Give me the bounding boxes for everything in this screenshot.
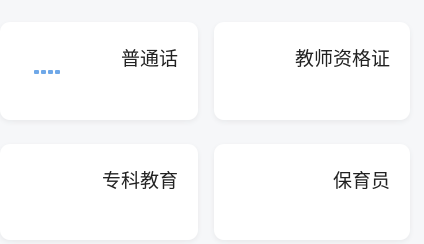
course-card-title: 保育员 <box>332 170 390 192</box>
course-card-childcare-worker[interactable]: 保育员 <box>214 144 410 240</box>
course-card-junior-college[interactable]: 专科教育 <box>0 144 198 240</box>
course-thumbnail-icon <box>34 68 60 76</box>
course-card-putonghua[interactable]: 普通话 <box>0 22 198 120</box>
course-card-title: 教师资格证 <box>294 48 390 70</box>
course-card-teacher-certificate[interactable]: 教师资格证 <box>214 22 410 120</box>
course-card-title: 普通话 <box>120 48 178 70</box>
course-card-title: 专科教育 <box>101 170 178 192</box>
